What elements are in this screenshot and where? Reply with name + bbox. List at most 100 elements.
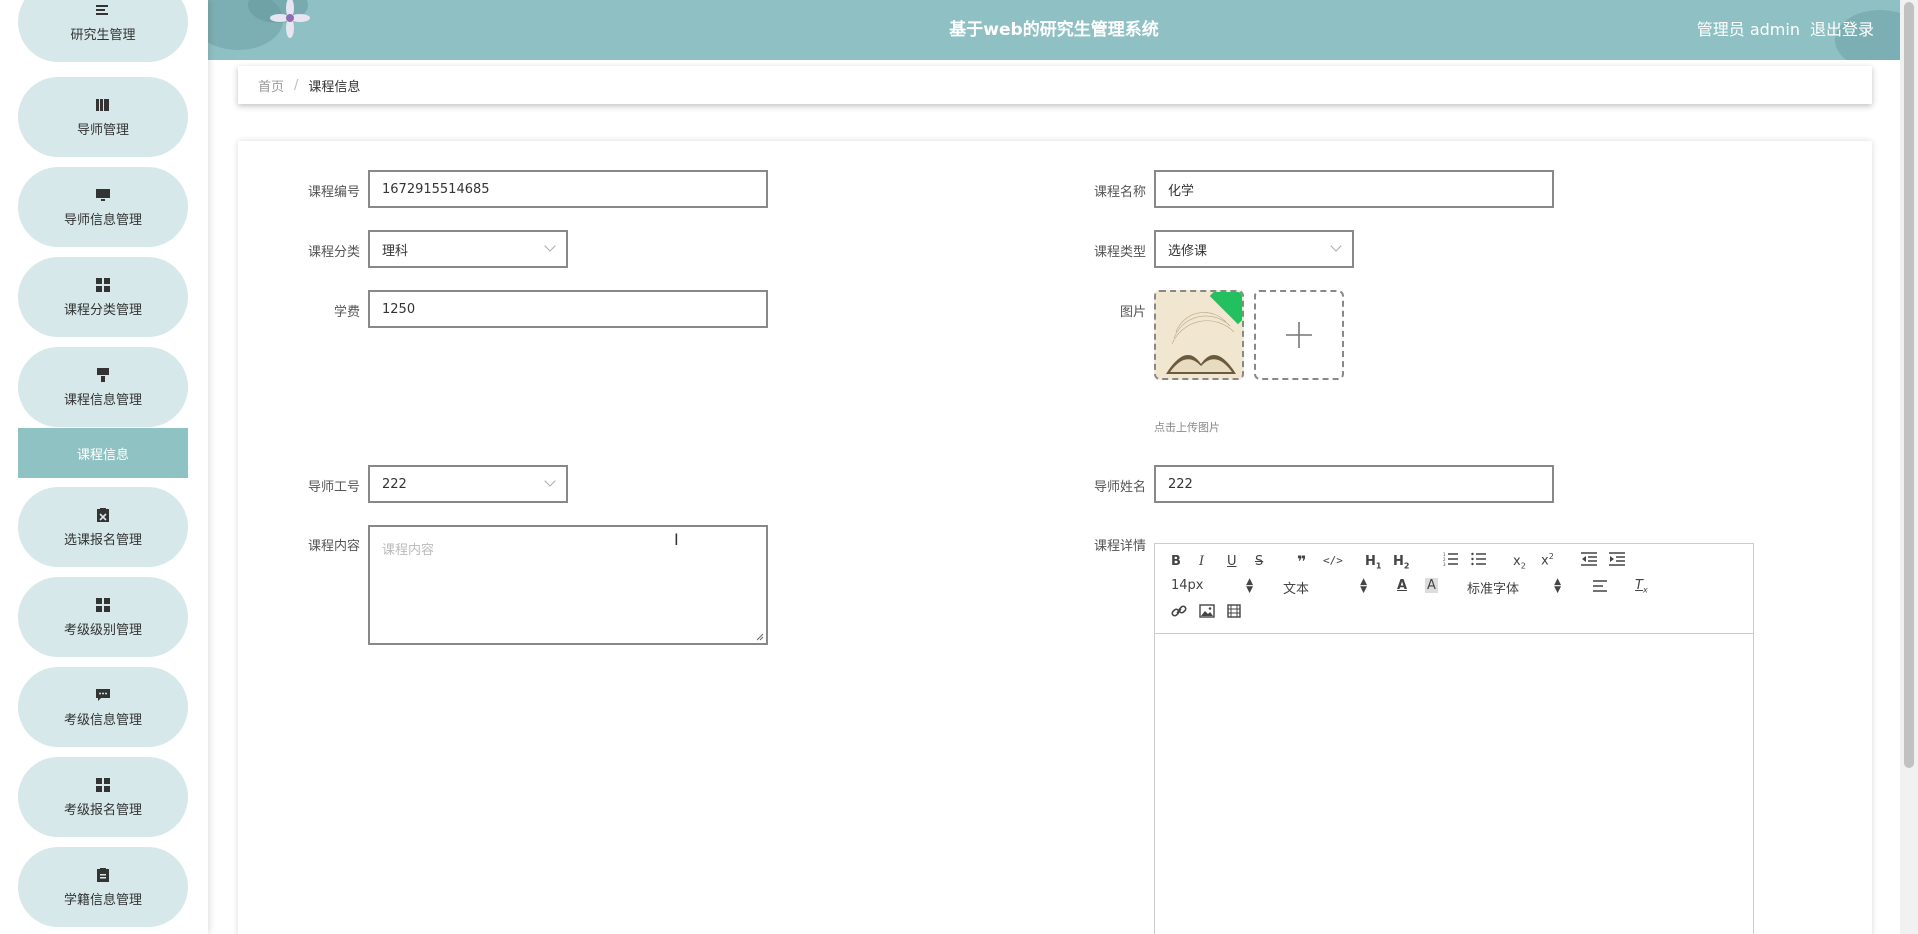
user-area: 管理员 admin 退出登录 <box>1687 0 1874 60</box>
indent-icon[interactable] <box>1609 552 1625 570</box>
video-icon[interactable] <box>1227 604 1241 622</box>
sidebar-item-label: 导师管理 <box>76 122 129 138</box>
course-content-placeholder: 课程内容 <box>382 543 435 558</box>
course-type-label: 课程类型 <box>1093 245 1146 260</box>
text-style-select[interactable]: 文本 ▲ ▼ <box>1283 577 1367 598</box>
sidebar-item-exam-enroll[interactable]: 考级报名管理 <box>18 757 188 837</box>
bold-icon[interactable]: B <box>1171 554 1181 569</box>
font-family-value: 标准字体 <box>1467 582 1520 597</box>
course-name-input[interactable]: 化学 <box>1154 170 1554 208</box>
course-no-label: 课程编号 <box>307 185 360 200</box>
text-cursor-icon: Ⅰ <box>674 530 679 549</box>
sidebar-item-graduate[interactable]: 研究生管理 <box>18 0 188 62</box>
sidebar-item-label: 选课报名管理 <box>63 532 142 548</box>
sidebar-item-course-info[interactable]: 课程信息管理 <box>18 347 188 427</box>
font-family-select[interactable]: 标准字体 ▲ ▼ <box>1467 577 1561 598</box>
sidebar-item-label: 考级信息管理 <box>63 712 142 728</box>
form-panel: 课程编号 1672915514685 课程名称 化学 课程分类 理科 课程类型 … <box>238 141 1872 934</box>
course-category-select[interactable]: 理科 <box>368 230 568 268</box>
strikethrough-icon[interactable]: S <box>1255 554 1263 569</box>
heading1-icon[interactable]: H1 <box>1365 554 1381 571</box>
sidebar-item-tutor-info[interactable]: 导师信息管理 <box>18 167 188 247</box>
monitor-icon <box>95 187 111 203</box>
sidebar-item-exam-info[interactable]: 考级信息管理 <box>18 667 188 747</box>
top-header: 基于web的研究生管理系统 管理员 admin 退出登录 <box>208 0 1900 60</box>
sidebar: 研究生管理 导师管理 导师信息管理 课程分类管理 课程信息管理 课程信息 选课报… <box>0 0 208 934</box>
blockquote-icon[interactable]: ❞ <box>1297 552 1306 571</box>
clipboard-icon <box>95 867 111 883</box>
user-label: 管理员 admin <box>1696 20 1800 39</box>
sidebar-item-student-status[interactable]: 学籍信息管理 <box>18 847 188 927</box>
sidebar-item-label: 导师信息管理 <box>63 212 142 228</box>
sidebar-item-label: 考级报名管理 <box>63 802 142 818</box>
plus-icon <box>1286 322 1312 348</box>
align-icon[interactable] <box>1593 580 1609 596</box>
grid-icon <box>95 597 111 613</box>
course-type-value: 选修课 <box>1168 243 1208 259</box>
outdent-icon[interactable] <box>1581 552 1597 570</box>
sidebar-item-label: 课程信息管理 <box>63 392 142 408</box>
underline-icon[interactable]: U <box>1227 554 1237 569</box>
course-content-label: 课程内容 <box>307 539 360 554</box>
image-icon[interactable] <box>1199 604 1215 622</box>
editor-toolbar: B I U S ❞ </> H1 H2 123 x2 x2 14px ▲ ▼ 文… <box>1155 544 1753 634</box>
course-detail-label: 课程详情 <box>1093 539 1146 554</box>
sidebar-item-enrollment[interactable]: 选课报名管理 <box>18 487 188 567</box>
breadcrumb-separator: / <box>294 77 299 93</box>
subscript-icon[interactable]: x2 <box>1513 554 1526 571</box>
uploaded-image-thumbnail[interactable] <box>1154 290 1244 380</box>
course-category-value: 理科 <box>382 243 409 259</box>
course-no-input[interactable]: 1672915514685 <box>368 170 768 208</box>
books-icon <box>95 97 111 113</box>
upload-hint: 点击上传图片 <box>1154 421 1220 434</box>
clear-format-icon[interactable]: Tx <box>1635 578 1648 595</box>
grid-icon <box>95 777 111 793</box>
tutor-id-select[interactable]: 222 <box>368 465 568 503</box>
chevron-down-icon <box>544 475 556 487</box>
italic-icon[interactable]: I <box>1199 554 1204 569</box>
code-block-icon[interactable]: </> <box>1323 554 1343 567</box>
sidebar-item-label: 考级级别管理 <box>63 622 142 638</box>
sidebar-item-label: 研究生管理 <box>70 27 136 43</box>
svg-text:3: 3 <box>1443 562 1446 566</box>
select-arrows-icon: ▲ ▼ <box>1246 577 1253 595</box>
select-arrows-icon: ▲ ▼ <box>1360 577 1367 595</box>
sidebar-item-exam-level[interactable]: 考级级别管理 <box>18 577 188 657</box>
superscript-icon[interactable]: x2 <box>1541 552 1554 568</box>
scrollbar-thumb[interactable] <box>1904 2 1914 768</box>
sidebar-subitem-course-info[interactable]: 课程信息 <box>18 428 188 478</box>
sidebar-item-tutor[interactable]: 导师管理 <box>18 77 188 157</box>
font-size-value: 14px <box>1171 578 1204 593</box>
heading2-icon[interactable]: H2 <box>1393 554 1409 571</box>
tutor-name-label: 导师姓名 <box>1093 480 1146 495</box>
link-icon[interactable] <box>1171 604 1187 622</box>
select-arrows-icon: ▲ ▼ <box>1554 577 1561 595</box>
font-color-icon[interactable]: A <box>1397 578 1407 593</box>
tuition-label: 学费 <box>333 305 360 320</box>
page-scrollbar[interactable] <box>1900 0 1918 934</box>
tuition-input[interactable]: 1250 <box>368 290 768 328</box>
tutor-name-input[interactable]: 222 <box>1154 465 1554 503</box>
course-content-textarea[interactable]: 课程内容 <box>368 525 768 645</box>
font-size-select[interactable]: 14px ▲ ▼ <box>1171 577 1253 595</box>
breadcrumb: 首页 / 课程信息 <box>238 66 1872 104</box>
sidebar-item-label: 学籍信息管理 <box>63 892 142 908</box>
text-style-value: 文本 <box>1283 582 1310 597</box>
breadcrumb-home[interactable]: 首页 <box>258 76 284 95</box>
background-color-icon[interactable]: A <box>1425 578 1438 593</box>
editor-content-area[interactable] <box>1155 634 1753 934</box>
course-type-select[interactable]: 选修课 <box>1154 230 1354 268</box>
menu-lines-icon <box>95 2 111 18</box>
sidebar-item-course-category[interactable]: 课程分类管理 <box>18 257 188 337</box>
logout-link[interactable]: 退出登录 <box>1810 20 1874 39</box>
brush-icon <box>95 367 111 383</box>
resize-grip-icon[interactable] <box>754 631 764 641</box>
tutor-id-label: 导师工号 <box>307 480 360 495</box>
chevron-down-icon <box>544 240 556 252</box>
ordered-list-icon[interactable]: 123 <box>1443 552 1459 570</box>
bullet-list-icon[interactable] <box>1471 552 1487 570</box>
sidebar-item-label: 课程分类管理 <box>63 302 142 318</box>
app-title: 基于web的研究生管理系统 <box>949 20 1159 40</box>
add-image-button[interactable] <box>1254 290 1344 380</box>
grid-icon <box>95 277 111 293</box>
